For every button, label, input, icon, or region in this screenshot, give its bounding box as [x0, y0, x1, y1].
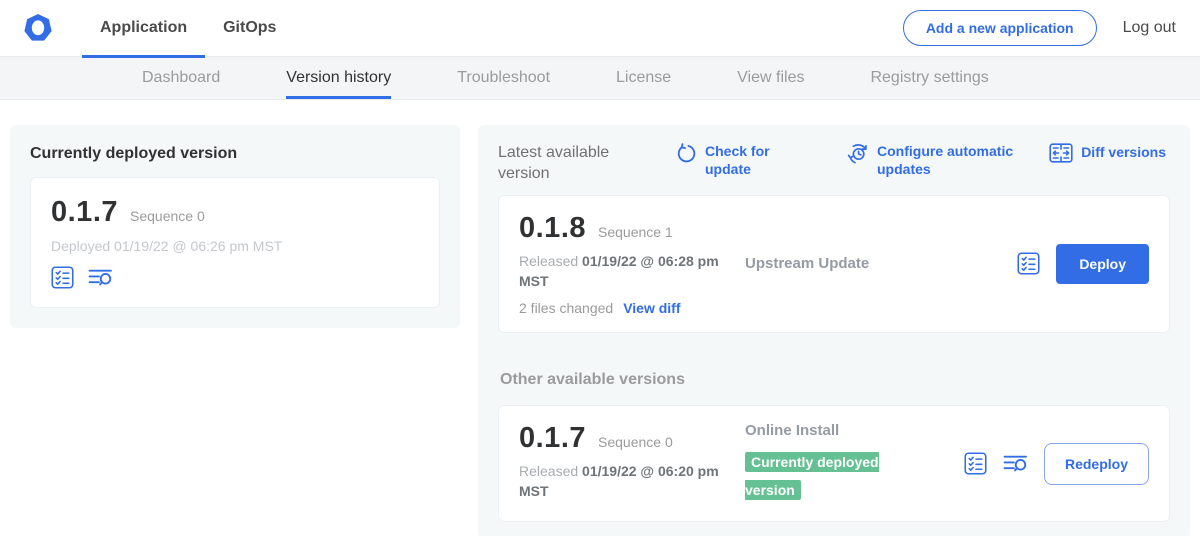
version-number: 0.1.7	[51, 196, 118, 229]
version-history-page: Currently deployed version 0.1.7 Sequenc…	[0, 100, 1200, 536]
latest-version-info: 0.1.8 Sequence 1 Released 01/19/22 @ 06:…	[519, 212, 737, 317]
add-application-button[interactable]: Add a new application	[903, 10, 1097, 46]
released-timestamp: Released 01/19/22 @ 06:20 pm MST	[519, 461, 719, 502]
diff-versions-link[interactable]: Diff versions	[1049, 143, 1166, 163]
configure-automatic-updates-link[interactable]: Configure automatic updates	[847, 143, 1027, 178]
topbar-right: Add a new application Log out	[903, 10, 1176, 46]
latest-version-actions: Deploy	[1017, 244, 1149, 284]
subnav-license[interactable]: License	[616, 57, 671, 99]
version-source: Online Install Currently deployed versio…	[745, 422, 925, 505]
files-changed-count: 2 files changed	[519, 300, 613, 316]
preflight-checks-icon[interactable]	[1017, 252, 1040, 275]
version-actions	[51, 266, 419, 289]
subnav-registry-settings[interactable]: Registry settings	[870, 57, 988, 99]
version-line: 0.1.7 Sequence 0	[51, 196, 419, 229]
subnav-view-files[interactable]: View files	[737, 57, 804, 99]
check-for-update-link[interactable]: Check for update	[676, 143, 783, 178]
subnav-troubleshoot[interactable]: Troubleshoot	[457, 57, 550, 99]
other-versions-heading: Other available versions	[500, 371, 1170, 389]
currently-deployed-badge: Currently deployed version	[745, 452, 879, 500]
check-for-update-label: Check for update	[705, 143, 783, 178]
other-version-card: 0.1.7 Sequence 0 Released 01/19/22 @ 06:…	[498, 405, 1170, 522]
view-diff-link[interactable]: View diff	[623, 300, 680, 316]
view-logs-icon[interactable]	[1003, 452, 1028, 475]
subnav-dashboard[interactable]: Dashboard	[142, 57, 220, 99]
currently-deployed-title: Currently deployed version	[30, 145, 440, 163]
sequence-label: Sequence 1	[598, 224, 673, 240]
top-tabs: Application GitOps	[82, 0, 294, 57]
files-changed-line: 2 files changed View diff	[519, 300, 737, 316]
subnav-version-history[interactable]: Version history	[286, 57, 391, 99]
diff-versions-label: Diff versions	[1081, 144, 1166, 162]
logout-link[interactable]: Log out	[1123, 19, 1176, 37]
released-timestamp: Released 01/19/22 @ 06:28 pm MST	[519, 251, 719, 292]
app-subnav: Dashboard Version history Troubleshoot L…	[0, 57, 1200, 100]
redeploy-button[interactable]: Redeploy	[1044, 443, 1149, 485]
other-version-actions: Redeploy	[964, 443, 1149, 485]
version-number: 0.1.8	[519, 212, 586, 245]
currently-deployed-panel: Currently deployed version 0.1.7 Sequenc…	[10, 125, 460, 328]
top-nav-bar: Application GitOps Add a new application…	[0, 0, 1200, 57]
configure-automatic-updates-label: Configure automatic updates	[877, 143, 1027, 178]
latest-available-title: Latest available version	[498, 143, 648, 185]
tab-application[interactable]: Application	[82, 0, 205, 57]
diff-table-icon	[1049, 143, 1073, 163]
available-header: Latest available version Check for updat…	[498, 143, 1170, 185]
deploy-button[interactable]: Deploy	[1056, 244, 1149, 284]
version-number: 0.1.7	[519, 422, 586, 455]
auto-update-clock-icon	[847, 143, 869, 170]
latest-version-card: 0.1.8 Sequence 1 Released 01/19/22 @ 06:…	[498, 195, 1170, 334]
currently-deployed-card: 0.1.7 Sequence 0 Deployed 01/19/22 @ 06:…	[30, 177, 440, 308]
deployed-timestamp: Deployed 01/19/22 @ 06:26 pm MST	[51, 238, 419, 254]
version-source: Upstream Update	[745, 255, 925, 272]
other-version-info: 0.1.7 Sequence 0 Released 01/19/22 @ 06:…	[519, 422, 737, 502]
available-versions-panel: Latest available version Check for updat…	[478, 125, 1190, 536]
view-logs-icon[interactable]	[88, 266, 113, 289]
replicated-logo-icon	[22, 12, 54, 44]
refresh-icon	[676, 143, 697, 169]
sequence-label: Sequence 0	[130, 208, 205, 224]
sequence-label: Sequence 0	[598, 434, 673, 450]
preflight-checks-icon[interactable]	[964, 452, 987, 475]
preflight-checks-icon[interactable]	[51, 266, 74, 289]
tab-gitops[interactable]: GitOps	[205, 0, 294, 57]
